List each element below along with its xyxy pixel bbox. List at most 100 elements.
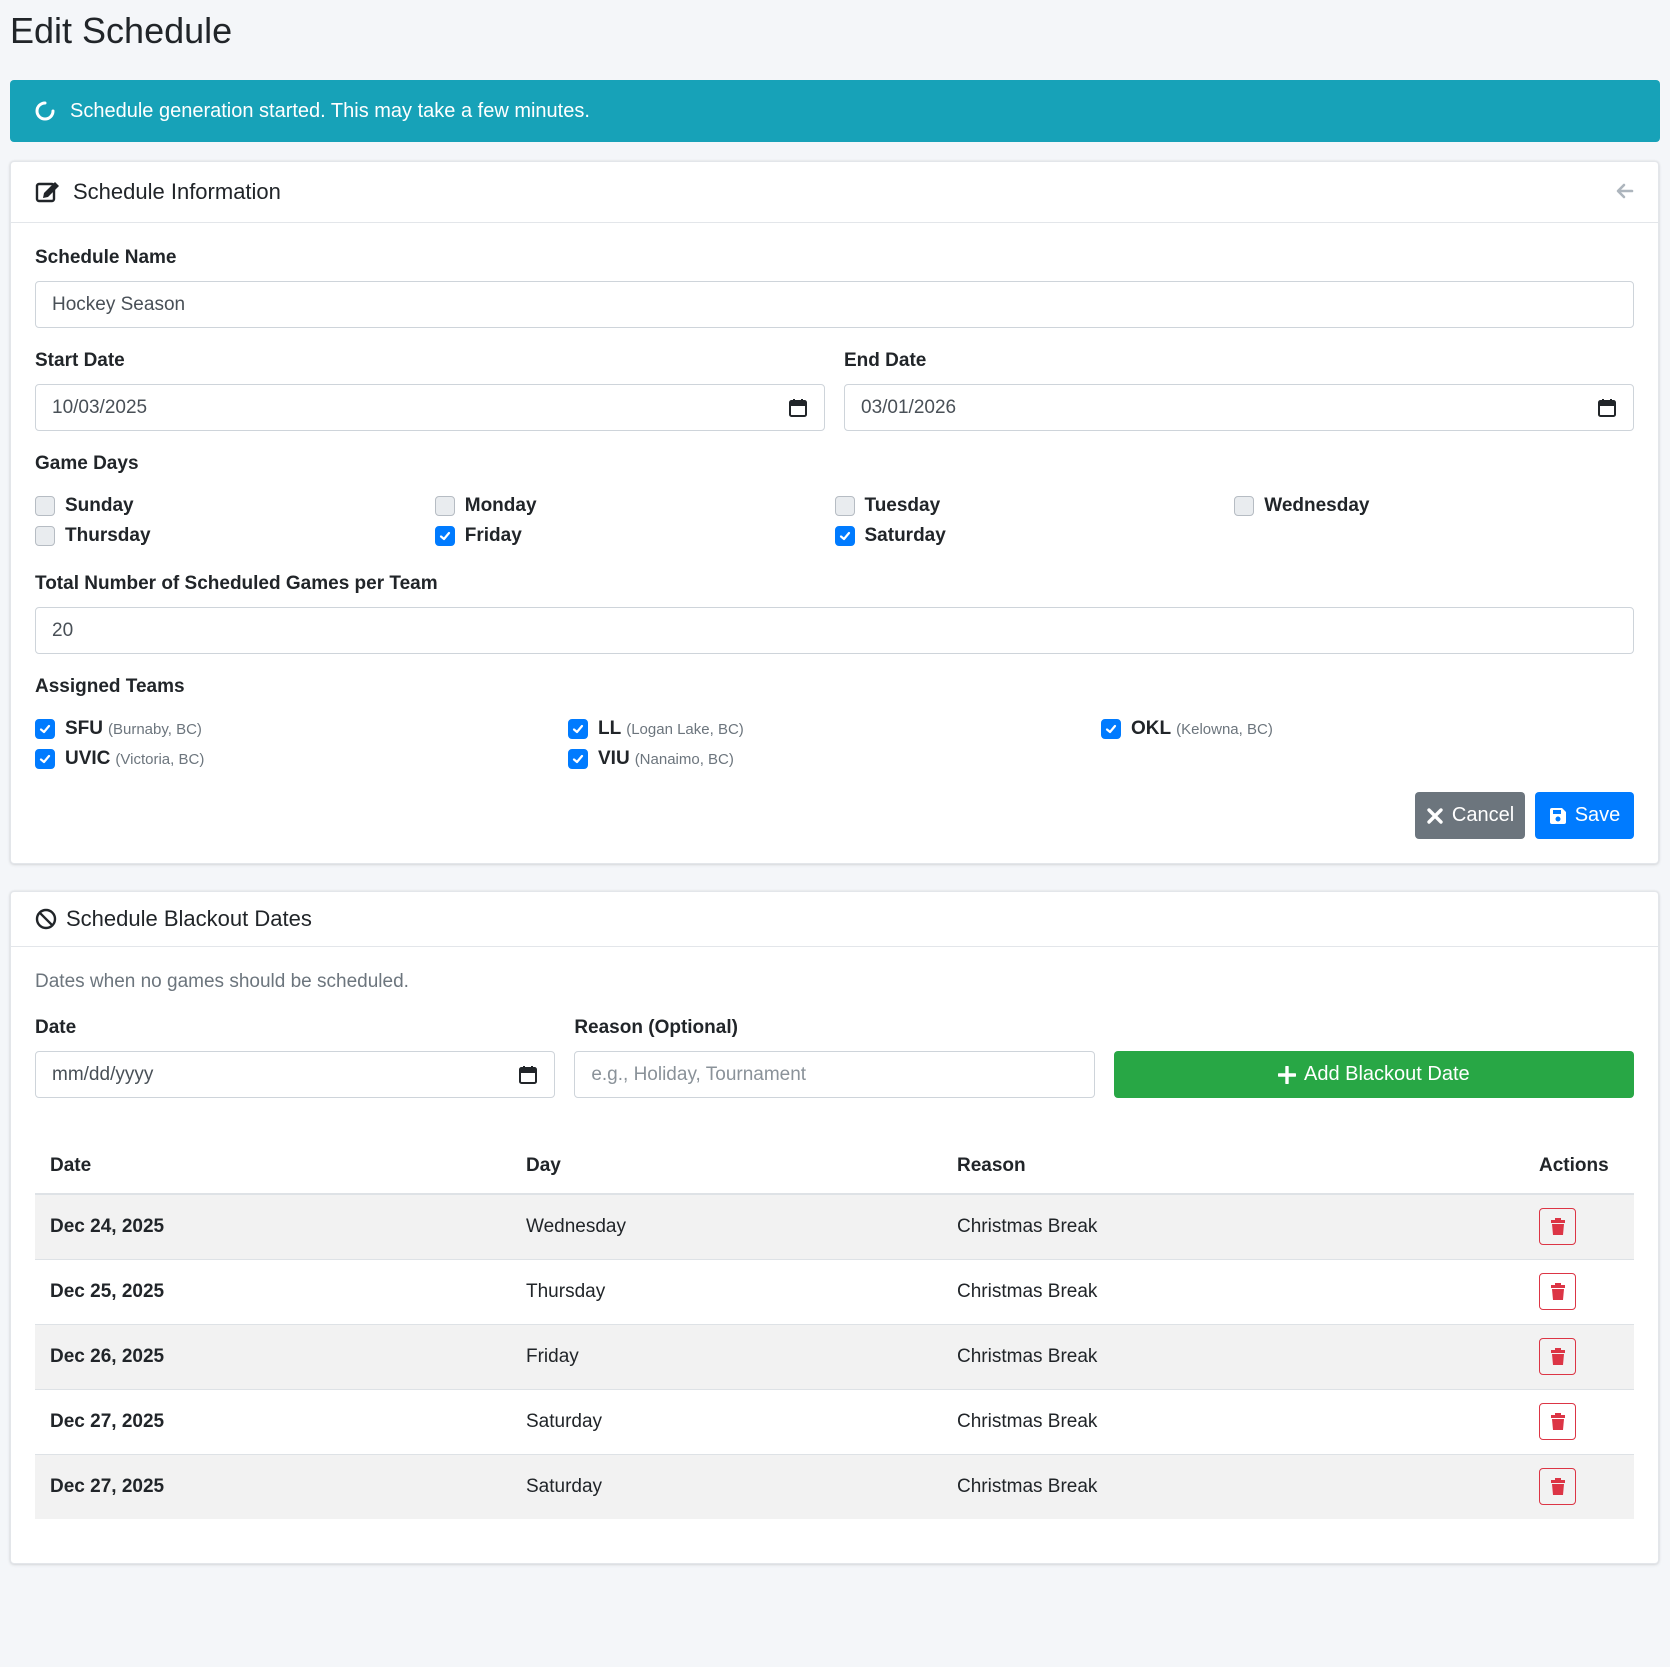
- check-icon: [439, 531, 450, 541]
- blackout-dates-header: Schedule Blackout Dates: [11, 892, 1658, 947]
- checkbox-checked[interactable]: [568, 719, 588, 739]
- schedule-name-value: Hockey Season: [52, 293, 186, 315]
- team-checkbox-uvic[interactable]: UVIC (Victoria, BC): [35, 748, 568, 770]
- column-header-day: Day: [511, 1138, 942, 1195]
- blackout-date-placeholder: mm/dd/yyyy: [52, 1063, 154, 1085]
- day-checkbox-tuesday[interactable]: Tuesday: [834, 495, 1235, 517]
- team-code: UVIC: [65, 748, 111, 769]
- row-reason: Christmas Break: [942, 1453, 1524, 1519]
- schedule-name-input[interactable]: Hockey Season: [35, 281, 1634, 328]
- blackout-dates-body: Dates when no games should be scheduled.…: [11, 947, 1658, 1563]
- day-label: Friday: [464, 525, 522, 546]
- day-checkbox-sunday[interactable]: Sunday: [35, 495, 435, 517]
- day-label: Monday: [464, 495, 537, 516]
- team-code: LL: [598, 718, 622, 739]
- row-date: Dec 26, 2025: [35, 1323, 511, 1389]
- check-icon: [1105, 724, 1117, 734]
- game-days-label: Game Days: [35, 453, 139, 474]
- start-date-value: 10/03/2025: [52, 396, 148, 418]
- table-header-row: Date Day Reason Actions: [35, 1138, 1634, 1195]
- delete-button[interactable]: [1539, 1468, 1576, 1506]
- team-checkbox-sfu[interactable]: SFU (Burnaby, BC): [35, 718, 568, 740]
- row-reason: Christmas Break: [942, 1193, 1524, 1259]
- table-row: Dec 27, 2025 Saturday Christmas Break: [35, 1388, 1634, 1454]
- checkbox-checked[interactable]: [434, 526, 455, 546]
- team-checkbox-viu[interactable]: VIU (Nanaimo, BC): [568, 748, 1101, 770]
- column-header-actions: Actions: [1524, 1138, 1634, 1195]
- day-label: Saturday: [864, 525, 946, 546]
- day-label: Tuesday: [864, 495, 941, 516]
- delete-button[interactable]: [1539, 1403, 1576, 1440]
- start-date-label: Start Date: [35, 350, 125, 371]
- delete-button[interactable]: [1539, 1338, 1576, 1375]
- checkbox[interactable]: [35, 526, 55, 546]
- status-alert: Schedule generation started. This may ta…: [10, 80, 1660, 142]
- row-reason: Christmas Break: [942, 1323, 1524, 1389]
- alert-text: Schedule generation started. This may ta…: [70, 99, 590, 122]
- plus-icon: [1277, 1065, 1296, 1084]
- schedule-name-label: Schedule Name: [35, 247, 177, 268]
- day-checkbox-saturday[interactable]: Saturday: [834, 525, 1235, 547]
- games-per-team-label: Total Number of Scheduled Games per Team: [35, 573, 438, 594]
- end-date-value: 03/01/2026: [861, 396, 957, 418]
- checkbox-checked[interactable]: [568, 749, 588, 769]
- arrow-left-icon[interactable]: [1614, 180, 1636, 202]
- team-code: SFU: [65, 718, 103, 739]
- cancel-button[interactable]: Cancel: [1415, 792, 1525, 839]
- start-date-input[interactable]: 10/03/2025: [35, 384, 825, 431]
- day-checkbox-wednesday[interactable]: Wednesday: [1234, 495, 1634, 517]
- table-row: Dec 25, 2025 Thursday Christmas Break: [35, 1258, 1634, 1324]
- end-date-input[interactable]: 03/01/2026: [844, 384, 1634, 431]
- trash-icon: [1550, 1477, 1565, 1495]
- trash-icon: [1550, 1217, 1565, 1235]
- trash-icon: [1550, 1282, 1565, 1300]
- check-icon: [572, 724, 584, 734]
- checkbox[interactable]: [434, 496, 455, 516]
- team-location: (Kelowna, BC): [1176, 720, 1273, 738]
- add-blackout-date-button[interactable]: Add Blackout Date: [1113, 1051, 1634, 1098]
- day-checkbox-friday[interactable]: Friday: [434, 525, 835, 547]
- team-location: (Logan Lake, BC): [626, 720, 744, 738]
- checkbox[interactable]: [1234, 496, 1255, 516]
- row-actions: [1524, 1453, 1634, 1519]
- row-date: Dec 27, 2025: [35, 1453, 511, 1519]
- delete-button[interactable]: [1539, 1208, 1576, 1246]
- day-checkbox-monday[interactable]: Monday: [434, 495, 835, 517]
- column-header-reason: Reason: [942, 1138, 1524, 1195]
- schedule-info-header: Schedule Information: [11, 162, 1658, 223]
- checkbox-checked[interactable]: [834, 526, 855, 546]
- row-day: Thursday: [511, 1258, 942, 1324]
- table-row: Dec 27, 2025 Saturday Christmas Break: [35, 1453, 1634, 1519]
- blackout-date-label: Date: [35, 1017, 77, 1038]
- checkbox-checked[interactable]: [35, 719, 55, 739]
- day-label: Wednesday: [1264, 495, 1370, 516]
- check-icon: [839, 531, 850, 541]
- add-blackout-label: Add Blackout Date: [1303, 1063, 1470, 1085]
- blackout-dates-title: Schedule Blackout Dates: [66, 906, 312, 931]
- checkbox[interactable]: [834, 496, 855, 516]
- page: Edit Schedule Schedule generation starte…: [0, 0, 1670, 1564]
- blackout-date-input[interactable]: mm/dd/yyyy: [35, 1051, 556, 1098]
- blackout-description: Dates when no games should be scheduled.: [35, 971, 409, 992]
- calendar-icon[interactable]: [518, 1065, 538, 1085]
- checkbox[interactable]: [35, 496, 55, 516]
- reason-label: Reason (Optional): [574, 1017, 738, 1038]
- schedule-info-card: Schedule Information Schedule Name Hocke…: [10, 161, 1659, 864]
- calendar-icon[interactable]: [788, 398, 808, 418]
- reason-input[interactable]: e.g., Holiday, Tournament: [574, 1051, 1095, 1098]
- row-day: Saturday: [511, 1453, 942, 1519]
- delete-button[interactable]: [1539, 1273, 1576, 1310]
- row-actions: [1524, 1193, 1634, 1259]
- day-checkbox-thursday[interactable]: Thursday: [35, 525, 435, 547]
- schedule-info-title: Schedule Information: [73, 179, 281, 204]
- games-per-team-input[interactable]: 20: [35, 607, 1634, 654]
- save-button[interactable]: Save: [1535, 792, 1634, 839]
- calendar-icon[interactable]: [1597, 398, 1617, 418]
- team-checkbox-ll[interactable]: LL (Logan Lake, BC): [568, 718, 1101, 740]
- row-day: Saturday: [511, 1388, 942, 1454]
- checkbox-checked[interactable]: [35, 749, 55, 769]
- game-days-group: Sunday Monday Tuesday Wednesday Thursday…: [35, 495, 1634, 547]
- checkbox-checked[interactable]: [1101, 719, 1121, 739]
- row-actions: [1524, 1258, 1634, 1324]
- team-checkbox-okl[interactable]: OKL (Kelowna, BC): [1101, 718, 1634, 740]
